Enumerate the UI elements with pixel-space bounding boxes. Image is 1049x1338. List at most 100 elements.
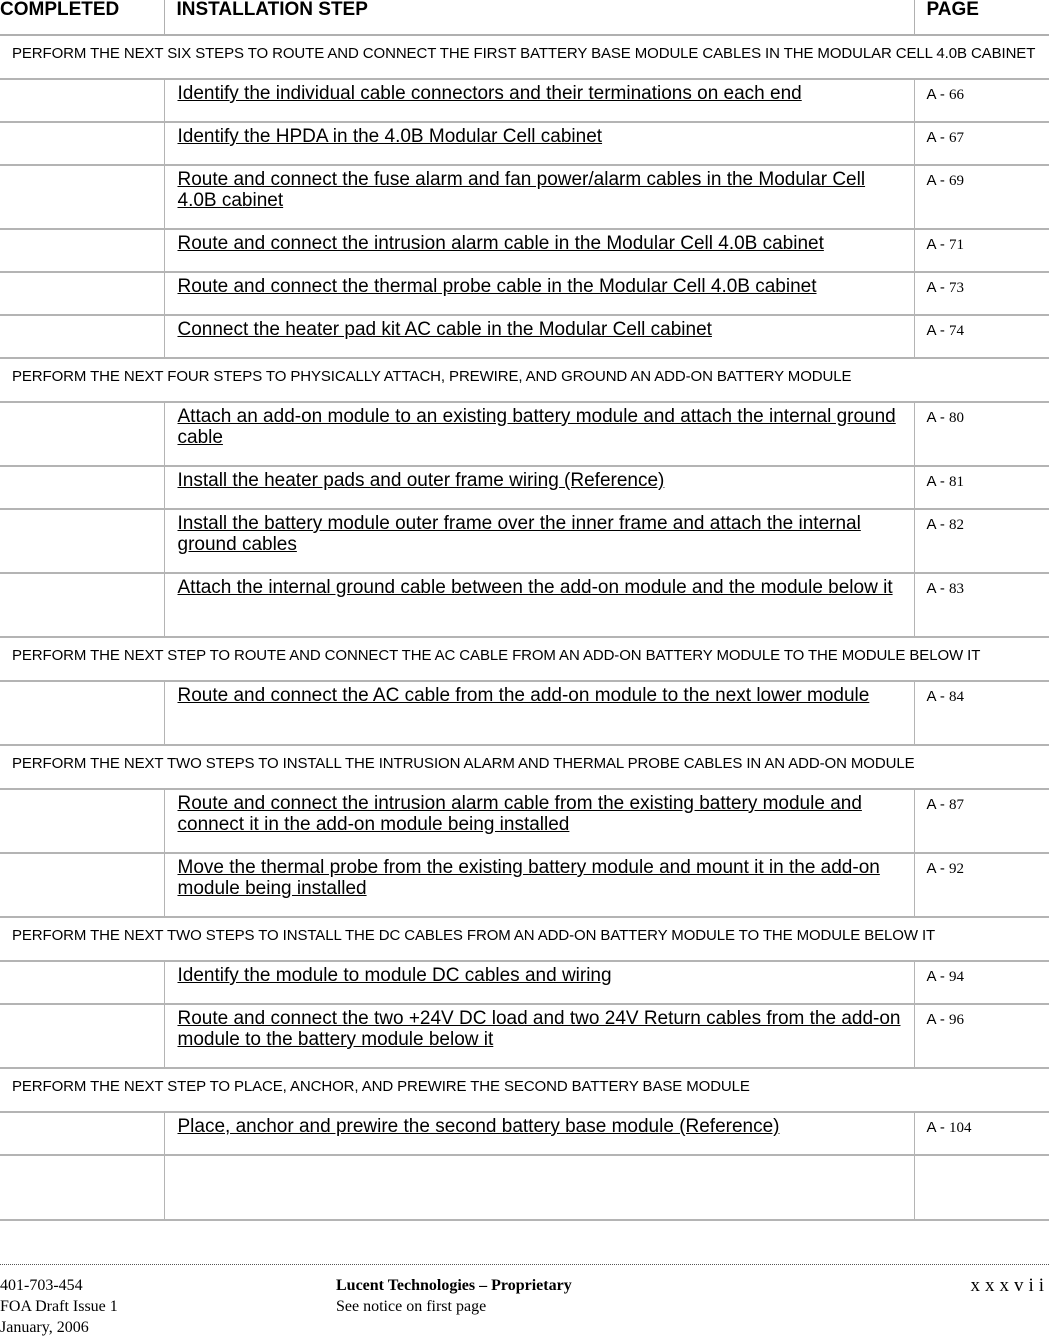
table-row: Route and connect the intrusion alarm ca… — [0, 229, 1049, 273]
completed-cell[interactable] — [0, 315, 165, 359]
notice-reference: See notice on first page — [336, 1298, 487, 1315]
completed-cell[interactable] — [0, 681, 165, 746]
completed-cell[interactable] — [0, 165, 165, 230]
completed-cell[interactable] — [0, 789, 165, 854]
step-link[interactable]: Place, anchor and prewire the second bat… — [178, 1116, 780, 1137]
page-number: 104 — [949, 1120, 972, 1136]
page-prefix: A - — [926, 409, 950, 426]
table-row: Connect the heater pad kit AC cable in t… — [0, 315, 1049, 359]
completed-cell[interactable] — [0, 1004, 165, 1069]
completed-cell[interactable] — [0, 573, 165, 638]
page-number: 84 — [949, 689, 965, 705]
page-number: 94 — [949, 969, 965, 985]
table-row: Route and connect the two +24V DC load a… — [0, 1004, 1049, 1069]
doc-issue: FOA Draft Issue 1 — [0, 1298, 118, 1315]
page-prefix: A - — [926, 860, 950, 877]
completed-cell[interactable] — [0, 961, 165, 1005]
page-ref: A - 92 — [914, 853, 1049, 918]
step-link[interactable]: Install the heater pads and outer frame … — [178, 470, 665, 491]
page-ref: A - 73 — [914, 272, 1049, 316]
step-link[interactable]: Route and connect the fuse alarm and fan… — [178, 169, 866, 211]
table-header-row: COMPLETED INSTALLATION STEP PAGE — [0, 0, 1049, 36]
step-link[interactable]: Identify the module to module DC cables … — [178, 965, 612, 986]
table-row: Route and connect the fuse alarm and fan… — [0, 165, 1049, 230]
section-row: PERFORM THE NEXT TWO STEPS TO INSTALL TH… — [0, 917, 1049, 962]
section-row: PERFORM THE NEXT TWO STEPS TO INSTALL TH… — [0, 745, 1049, 790]
table-row: Identify the HPDA in the 4.0B Modular Ce… — [0, 122, 1049, 166]
table-row: Route and connect the AC cable from the … — [0, 681, 1049, 746]
section-row: PERFORM THE NEXT FOUR STEPS TO PHYSICALL… — [0, 358, 1049, 403]
footer-doc-info: 401-703-454 FOA Draft Issue 1 January, 2… — [0, 1275, 118, 1338]
page-prefix: A - — [926, 236, 950, 253]
page-prefix: A - — [926, 968, 950, 985]
page-ref: A - 69 — [914, 165, 1049, 230]
page-prefix: A - — [926, 279, 950, 296]
section-title: PERFORM THE NEXT STEP TO ROUTE AND CONNE… — [0, 637, 1049, 682]
page-ref: A - 87 — [914, 789, 1049, 854]
page-prefix: A - — [926, 473, 950, 490]
page-number: xxxvii — [970, 1275, 1049, 1296]
page-number: 87 — [949, 797, 965, 813]
table-row: Move the thermal probe from the existing… — [0, 853, 1049, 918]
step-link[interactable]: Attach the internal ground cable between… — [178, 577, 893, 598]
completed-cell[interactable] — [0, 79, 165, 123]
completed-cell[interactable] — [0, 1155, 165, 1221]
empty-step-cell — [164, 1155, 915, 1221]
completed-cell[interactable] — [0, 229, 165, 273]
step-link[interactable]: Install the battery module outer frame o… — [178, 513, 861, 555]
page-number: 81 — [949, 474, 965, 490]
section-title: PERFORM THE NEXT TWO STEPS TO INSTALL TH… — [0, 917, 1049, 962]
step-link[interactable]: Move the thermal probe from the existing… — [178, 857, 880, 899]
page-ref: A - 71 — [914, 229, 1049, 273]
doc-number: 401-703-454 — [0, 1277, 83, 1294]
step-link[interactable]: Route and connect the intrusion alarm ca… — [178, 793, 862, 835]
page-number: 83 — [949, 581, 965, 597]
page-ref: A - 84 — [914, 681, 1049, 746]
step-link[interactable]: Route and connect the intrusion alarm ca… — [178, 233, 824, 254]
table-row: Place, anchor and prewire the second bat… — [0, 1112, 1049, 1156]
page-prefix: A - — [926, 322, 950, 339]
page-prefix: A - — [926, 129, 950, 146]
empty-page-cell — [914, 1155, 1049, 1221]
step-link[interactable]: Identify the individual cable connectors… — [178, 83, 802, 104]
empty-row — [0, 1155, 1049, 1221]
section-title: PERFORM THE NEXT TWO STEPS TO INSTALL TH… — [0, 745, 1049, 790]
page-number: 74 — [949, 323, 965, 339]
step-link[interactable]: Attach an add-on module to an existing b… — [178, 406, 896, 448]
footer-proprietary: Lucent Technologies – Proprietary See no… — [336, 1275, 572, 1317]
completed-cell[interactable] — [0, 509, 165, 574]
page-number: 73 — [949, 280, 965, 296]
page-ref: A - 104 — [914, 1112, 1049, 1156]
company-notice: Lucent Technologies – Proprietary — [336, 1277, 572, 1294]
table-row: Route and connect the thermal probe cabl… — [0, 272, 1049, 316]
page-ref: A - 82 — [914, 509, 1049, 574]
page-number: 66 — [949, 87, 965, 103]
table-row: Identify the individual cable connectors… — [0, 79, 1049, 123]
step-link[interactable]: Route and connect the thermal probe cabl… — [178, 276, 817, 297]
step-link[interactable]: Connect the heater pad kit AC cable in t… — [178, 319, 712, 340]
page-prefix: A - — [926, 86, 950, 103]
section-title: PERFORM THE NEXT SIX STEPS TO ROUTE AND … — [0, 35, 1049, 80]
completed-cell[interactable] — [0, 402, 165, 467]
page-ref: A - 83 — [914, 573, 1049, 638]
section-row: PERFORM THE NEXT SIX STEPS TO ROUTE AND … — [0, 35, 1049, 80]
page-ref: A - 74 — [914, 315, 1049, 359]
step-link[interactable]: Route and connect the two +24V DC load a… — [178, 1008, 901, 1050]
completed-cell[interactable] — [0, 272, 165, 316]
section-title: PERFORM THE NEXT STEP TO PLACE, ANCHOR, … — [0, 1068, 1049, 1113]
page-prefix: A - — [926, 172, 950, 189]
page-prefix: A - — [926, 688, 950, 705]
table-row: Route and connect the intrusion alarm ca… — [0, 789, 1049, 854]
section-row: PERFORM THE NEXT STEP TO PLACE, ANCHOR, … — [0, 1068, 1049, 1113]
completed-cell[interactable] — [0, 853, 165, 918]
completed-cell[interactable] — [0, 466, 165, 510]
completed-cell[interactable] — [0, 1112, 165, 1156]
step-link[interactable]: Route and connect the AC cable from the … — [178, 685, 870, 706]
installation-steps-table: COMPLETED INSTALLATION STEP PAGE PERFORM… — [0, 0, 1049, 1221]
completed-cell[interactable] — [0, 122, 165, 166]
header-page: PAGE — [914, 0, 1049, 36]
step-link[interactable]: Identify the HPDA in the 4.0B Modular Ce… — [178, 126, 603, 147]
table-body: PERFORM THE NEXT SIX STEPS TO ROUTE AND … — [0, 35, 1049, 1221]
page-number: 92 — [949, 861, 965, 877]
page-prefix: A - — [926, 1011, 950, 1028]
